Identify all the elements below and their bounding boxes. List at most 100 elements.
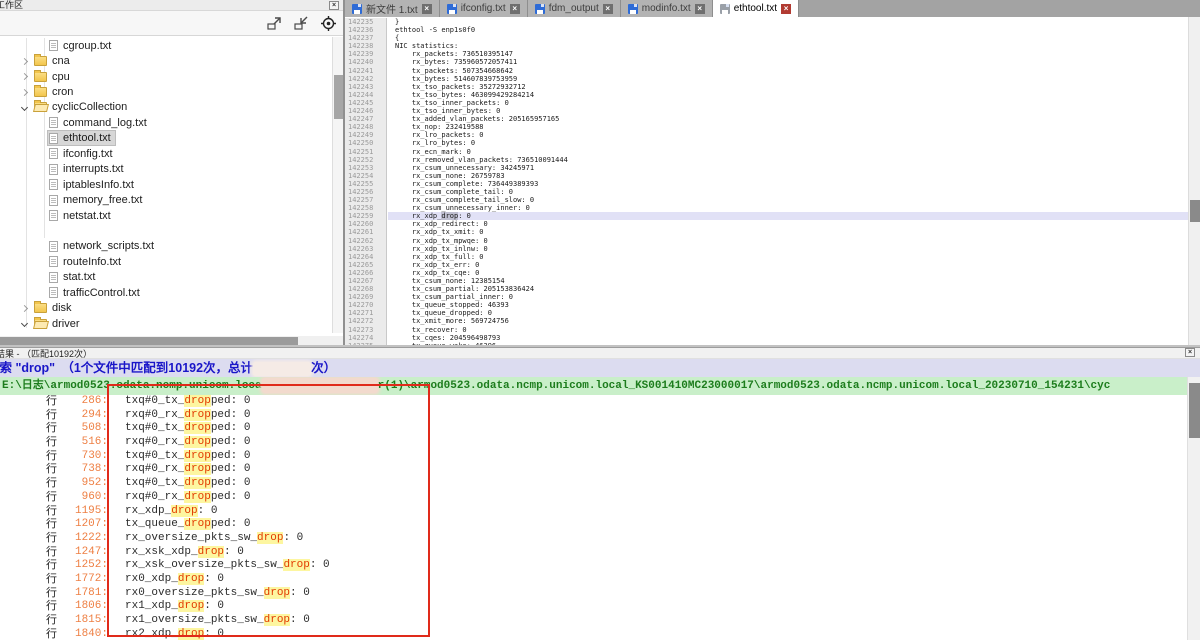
editor-line[interactable]: tx_bytes: 514607839753959 [388,75,1188,83]
tree-item-cron[interactable]: cron [0,84,343,99]
search-summary-line[interactable]: 搜索 "drop" （1个文件中匹配到10192次，总计次） [0,359,1200,377]
tree-item-trafficControl.txt[interactable]: trafficControl.txt [0,285,343,300]
tree-item-hit-area[interactable]: cron [33,85,77,99]
editor-line[interactable]: rx_csum_none: 26759783 [388,172,1188,180]
editor-line[interactable]: rx_xdp_redirect: 0 [388,220,1188,228]
result-row-line-516[interactable]: 行516:rxq#0_rx_dropped: 0 [0,436,1180,450]
editor-line[interactable]: tx_tso_inner_bytes: 0 [388,107,1188,115]
tree-item-hit-area[interactable]: ifconfig.txt [48,147,117,161]
results-vertical-scrollbar-thumb[interactable] [1189,383,1200,438]
editor-vertical-scrollbar[interactable] [1188,17,1200,347]
editor-line[interactable]: rx_xdp_tx_xmit: 0 [388,228,1188,236]
editor-line[interactable]: rx_xdp_tx_cqe: 0 [388,269,1188,277]
tab-close-icon[interactable]: × [603,4,613,14]
result-row-line-1806[interactable]: 行1806:rx1_xdp_drop: 0 [0,600,1180,614]
result-row-line-1772[interactable]: 行1772:rx0_xdp_drop: 0 [0,573,1180,587]
editor-line[interactable]: ethtool -S enp1s0f0 [388,26,1188,34]
result-row-line-738[interactable]: 行738:rxq#0_rx_dropped: 0 [0,463,1180,477]
tree-item-hit-area[interactable]: iptablesInfo.txt [48,178,138,192]
editor-line[interactable]: rx_lro_packets: 0 [388,131,1188,139]
tree-item-stat.txt[interactable]: stat.txt [0,270,343,285]
editor-line[interactable]: tx_csum_partial: 205153836424 [388,285,1188,293]
tree-item-ethtool.txt[interactable]: ethtool.txt [0,131,343,146]
tree-item-interrupts.txt[interactable]: interrupts.txt [0,162,343,177]
tab-close-icon[interactable]: × [781,4,791,14]
editor-line[interactable]: rx_csum_complete_tail_slow: 0 [388,196,1188,204]
workspace-vertical-scrollbar-thumb[interactable] [334,75,343,119]
tab-close-icon[interactable]: × [422,4,432,14]
editor-line[interactable]: tx_packets: 507354668642 [388,67,1188,75]
result-row-line-1815[interactable]: 行1815:rx1_oversize_pkts_sw_drop: 0 [0,614,1180,628]
tree-item-hit-area[interactable]: cpu [33,70,74,84]
result-row-line-952[interactable]: 行952:txq#0_tx_dropped: 0 [0,477,1180,491]
editor-line[interactable]: } [388,18,1188,26]
result-row-line-730[interactable]: 行730:txq#0_tx_dropped: 0 [0,450,1180,464]
workspace-vertical-scrollbar[interactable] [332,37,343,333]
tree-item-memory_free.txt[interactable]: memory_free.txt [0,192,343,207]
chevron-down-icon[interactable] [21,104,28,111]
tab-fdm_output[interactable]: fdm_output× [528,0,621,17]
tree-item-hit-area[interactable]: cna [33,54,74,68]
editor-vertical-scrollbar-thumb[interactable] [1190,200,1200,222]
editor-line[interactable]: tx_tso_inner_packets: 0 [388,99,1188,107]
result-row-line-1840[interactable]: 行1840:rx2_xdp_drop: 0 [0,628,1180,640]
editor-line[interactable]: tx_csum_none: 12385154 [388,277,1188,285]
editor-line[interactable]: rx_ecn_mark: 0 [388,148,1188,156]
editor-line[interactable]: tx_tso_packets: 35272932712 [388,83,1188,91]
editor-body[interactable]: 1422351422361422371422381422391422401422… [345,17,1200,347]
tab-close-icon[interactable]: × [510,4,520,14]
chevron-right-icon[interactable] [21,88,28,95]
tree-item-driver[interactable]: driver [0,316,343,331]
editor-line[interactable]: rx_csum_complete_tail: 0 [388,188,1188,196]
results-close-icon[interactable]: × [1185,348,1195,357]
result-row-line-1781[interactable]: 行1781:rx0_oversize_pkts_sw_drop: 0 [0,587,1180,601]
chevron-right-icon[interactable] [21,305,28,312]
tree-item-hit-area[interactable]: memory_free.txt [48,193,146,207]
result-row-line-1207[interactable]: 行1207:tx_queue_dropped: 0 [0,518,1180,532]
editor-line[interactable]: tx_nop: 232419588 [388,123,1188,131]
editor-line[interactable]: tx_csum_partial_inner: 0 [388,293,1188,301]
chevron-down-icon[interactable] [21,320,28,327]
tree-item-hit-area[interactable]: stat.txt [48,270,99,284]
tree-item-hit-area[interactable]: trafficControl.txt [48,286,144,300]
tree-item-hit-area[interactable]: cgroup.txt [48,39,115,53]
result-row-line-1195[interactable]: 行1195:rx_xdp_drop: 0 [0,505,1180,519]
result-row-line-1247[interactable]: 行1247:rx_xsk_xdp_drop: 0 [0,546,1180,560]
editor-line[interactable]: tx_queue_dropped: 0 [388,309,1188,317]
locate-file-icon[interactable] [320,15,337,32]
collapse-all-icon[interactable] [293,15,310,32]
tree-item-ifconfig.txt[interactable]: ifconfig.txt [0,146,343,161]
editor-line[interactable]: rx_removed_vlan_packets: 736510091444 [388,156,1188,164]
tree-item-cna[interactable]: cna [0,53,343,68]
editor-line[interactable]: rx_xdp_tx_inlnw: 0 [388,245,1188,253]
chevron-right-icon[interactable] [21,58,28,65]
chevron-right-icon[interactable] [21,73,28,80]
result-row-line-508[interactable]: 行508:txq#0_tx_dropped: 0 [0,422,1180,436]
editor-line[interactable]: tx_queue_stopped: 46393 [388,301,1188,309]
tab-ifconfig.txt[interactable]: ifconfig.txt× [440,0,528,17]
results-vertical-scrollbar[interactable] [1187,377,1200,640]
tree-item-netstat.txt[interactable]: netstat.txt [0,208,343,223]
tree-item-disk[interactable]: disk [0,300,343,315]
result-row-line-294[interactable]: 行294:rxq#0_rx_dropped: 0 [0,409,1180,423]
workspace-close-icon[interactable]: × [329,1,339,10]
tree-item-routeInfo.txt[interactable]: routeInfo.txt [0,254,343,269]
editor-line[interactable]: rx_lro_bytes: 0 [388,139,1188,147]
tree-item-hit-area[interactable]: disk [33,301,76,315]
tree-item-iptablesInfo.txt[interactable]: iptablesInfo.txt [0,177,343,192]
tab-close-icon[interactable]: × [695,4,705,14]
editor-line[interactable]: tx_added_vlan_packets: 205165957165 [388,115,1188,123]
editor-line[interactable]: tx_cqes: 204596498793 [388,334,1188,342]
editor-code[interactable]: }ethtool -S enp1s0f0{NIC statistics: rx_… [388,18,1188,347]
editor-line[interactable]: rx_csum_complete: 736449389393 [388,180,1188,188]
tree-item-command_log.txt[interactable]: command_log.txt [0,115,343,130]
tree-item-cyclicCollection[interactable]: cyclicCollection [0,100,343,115]
expand-all-icon[interactable] [266,15,283,32]
tab-modinfo.txt[interactable]: modinfo.txt× [621,0,713,17]
tree-item-cpu[interactable]: cpu [0,69,343,84]
tree-item-hit-area[interactable]: command_log.txt [48,116,151,130]
editor-line[interactable]: rx_packets: 736510395147 [388,50,1188,58]
editor-line[interactable]: rx_csum_unnecessary: 34245971 [388,164,1188,172]
editor-line[interactable]: rx_csum_unnecessary_inner: 0 [388,204,1188,212]
editor-line[interactable]: NIC statistics: [388,42,1188,50]
